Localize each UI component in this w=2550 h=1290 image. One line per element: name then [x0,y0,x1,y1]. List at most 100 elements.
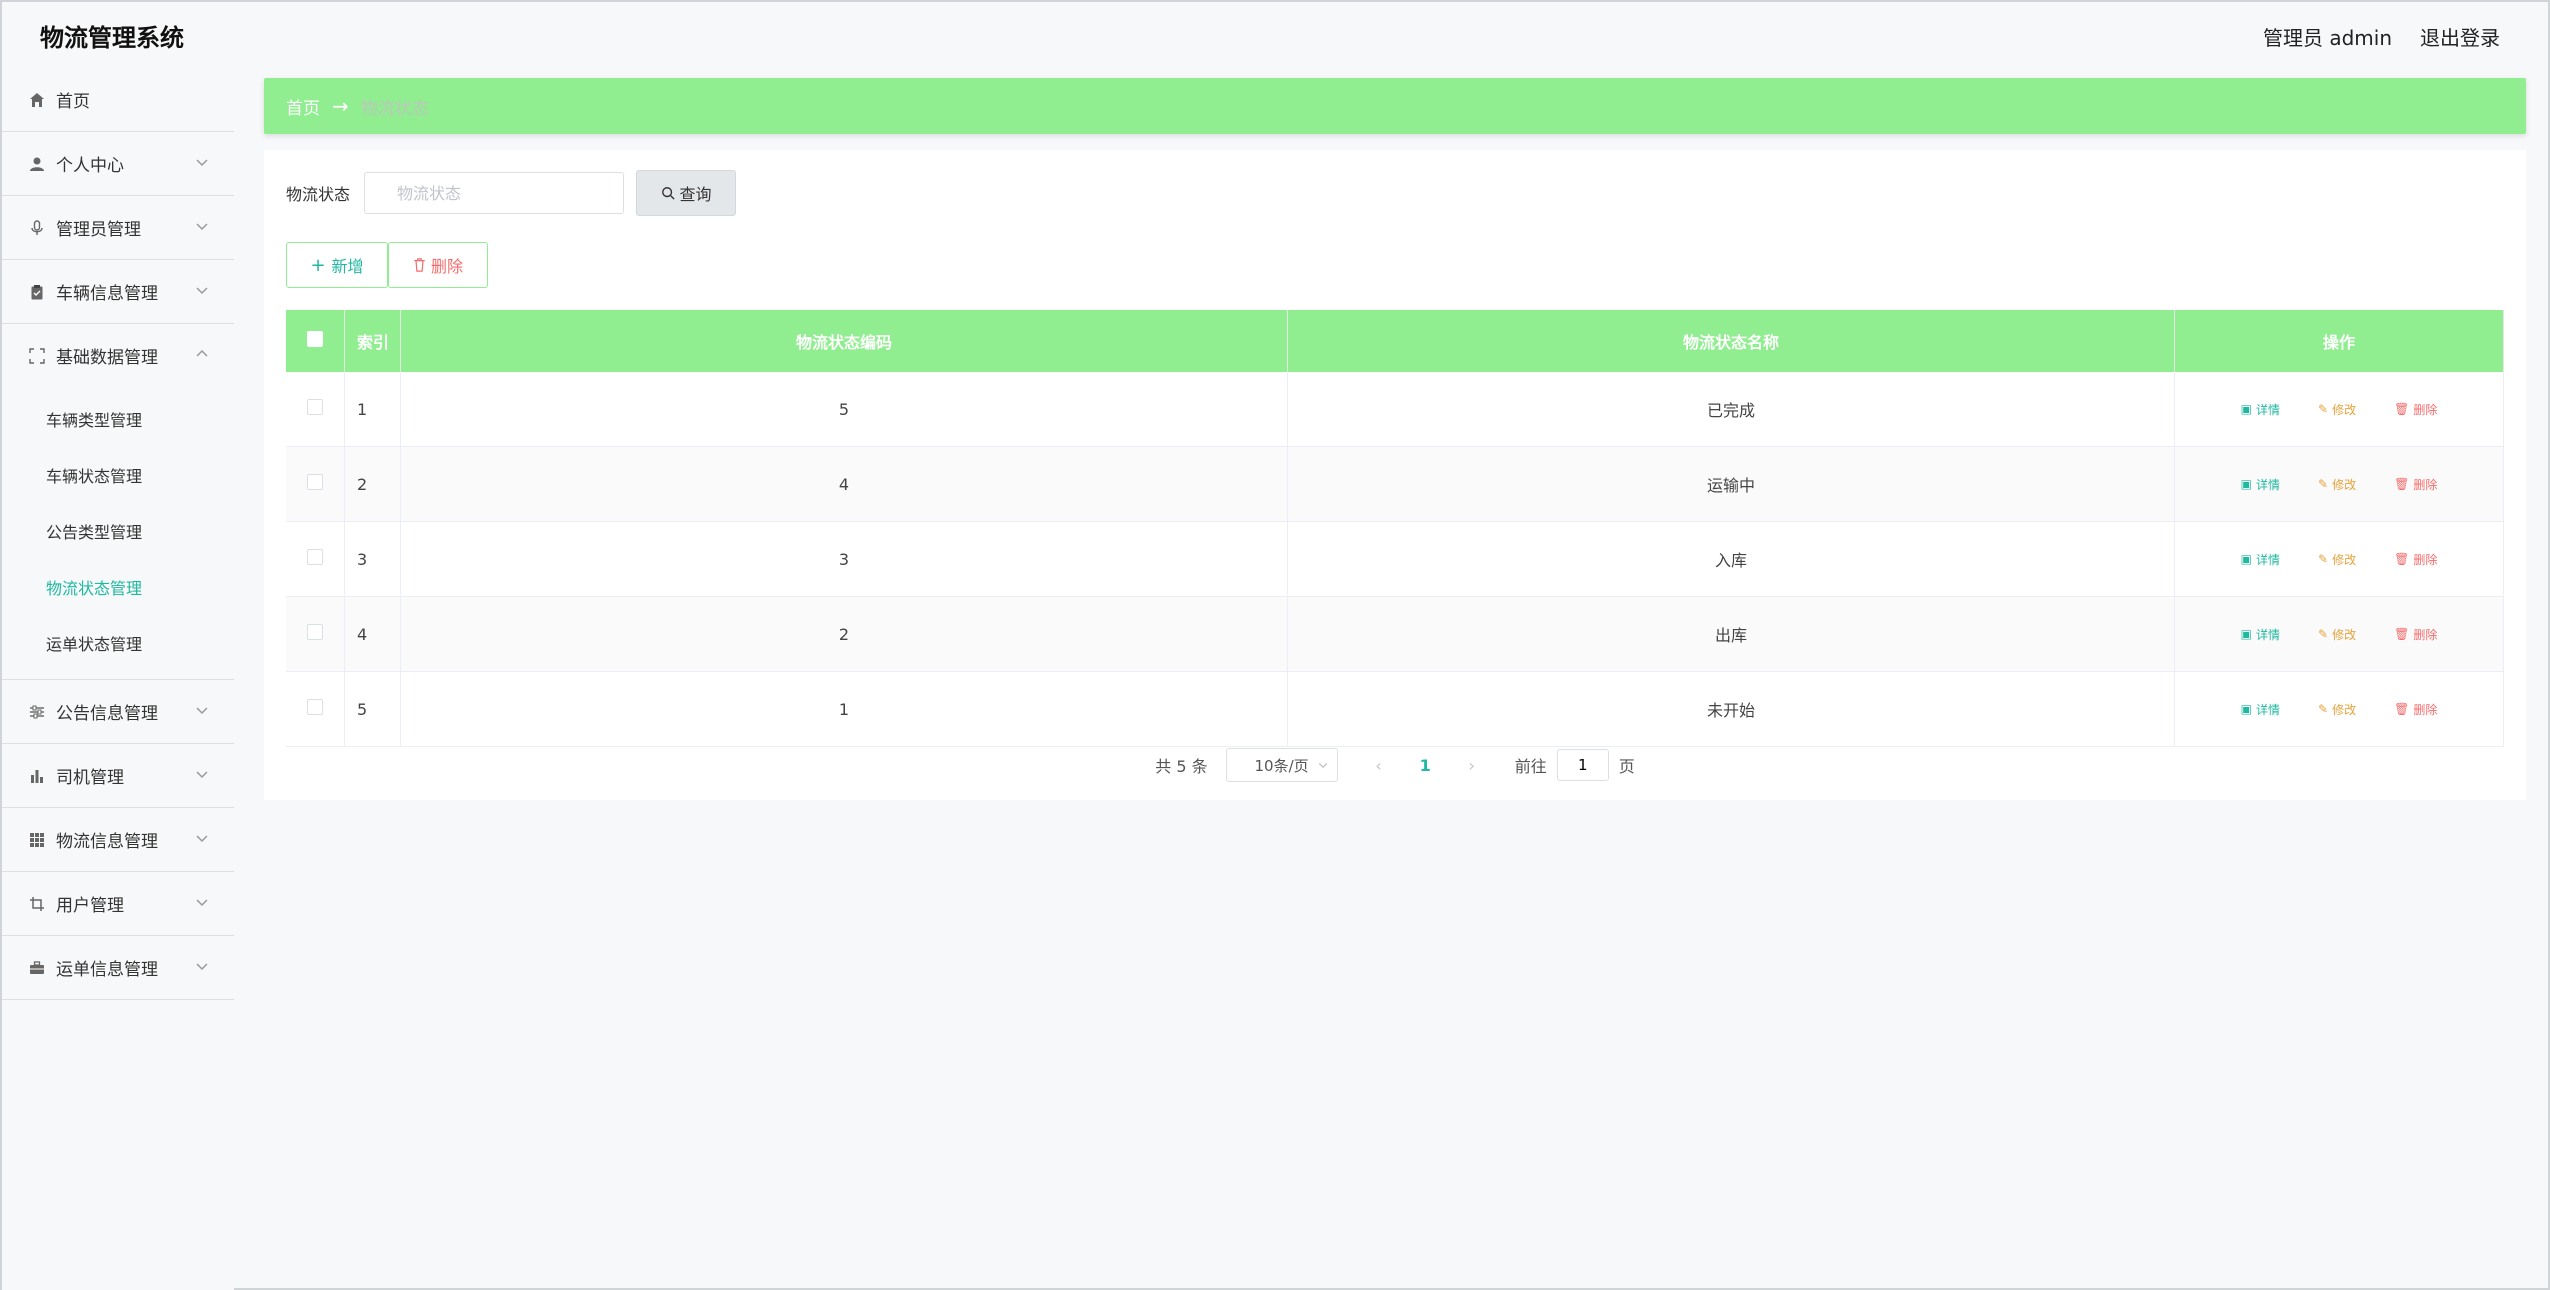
column-header-name[interactable]: 物流状态名称 [1287,310,2175,372]
mic-icon [28,219,46,237]
add-button-label: 新增 [331,257,364,276]
next-page-button[interactable]: › [1457,756,1487,775]
table-header-row: 索引 物流状态编码 物流状态名称 操作 [286,310,2504,372]
delete-button-label: 删除 [430,257,463,276]
delete-button[interactable]: 🗑 删除 [2394,551,2437,568]
row-checkbox-cell[interactable] [286,596,345,672]
header-user-area: 管理员 admin 退出登录 [2263,22,2500,51]
content-panel: 物流状态 查询 + 新增 删除 索引 物流状态编码 [264,150,2526,800]
row-checkbox[interactable] [307,624,323,640]
delete-label: 删除 [2413,402,2438,417]
row-checkbox-cell[interactable] [286,521,345,597]
edit-button[interactable]: ✎ 修改 [2318,626,2356,643]
select-all-header[interactable] [286,310,345,372]
clipboard-icon [28,283,46,301]
table-row: 1 5 已完成 ▣ 详情 ✎ 修改 🗑 删除 [286,372,2504,447]
detail-label: 详情 [2256,402,2281,417]
detail-label: 详情 [2256,627,2281,642]
name-cell: 已完成 [1287,372,2175,447]
submenu-vehicle-type[interactable]: 车辆类型管理 [2,393,234,449]
document-icon: ▣ [2240,402,2252,416]
trash-icon: 🗑 [2394,627,2410,641]
user-icon [28,155,46,173]
sidebar-item-logistics-info[interactable]: 物流信息管理 [2,808,234,872]
detail-button[interactable]: ▣ 详情 [2241,401,2280,418]
sidebar-item-user-management[interactable]: 用户管理 [2,872,234,936]
code-cell: 3 [400,521,1288,597]
query-button[interactable]: 查询 [636,170,737,216]
logistics-status-search-input[interactable] [364,172,625,214]
goto-prefix: 前往 [1514,757,1547,776]
row-checkbox-cell[interactable] [286,671,345,747]
row-checkbox[interactable] [307,474,323,490]
detail-button[interactable]: ▣ 详情 [2241,551,2280,568]
submenu-vehicle-status[interactable]: 车辆状态管理 [2,449,234,505]
pagination-total: 共 5 条 [1155,757,1208,776]
submenu-waybill-status[interactable]: 运单状态管理 [2,617,234,673]
detail-button[interactable]: ▣ 详情 [2241,701,2280,718]
table-row: 5 1 未开始 ▣ 详情 ✎ 修改 🗑 删除 [286,671,2504,747]
briefcase-icon [28,959,46,977]
row-checkbox[interactable] [307,549,323,565]
sidebar-item-home[interactable]: 首页 [2,68,234,132]
delete-button[interactable]: 🗑 删除 [2394,626,2437,643]
prev-page-button[interactable]: ‹ [1364,756,1394,775]
sidebar-item-notice-info[interactable]: 公告信息管理 [2,680,234,744]
sidebar-item-vehicle-info[interactable]: 车辆信息管理 [2,260,234,324]
delete-button[interactable]: 🗑 删除 [2394,701,2437,718]
sidebar-item-personal-center[interactable]: 个人中心 [2,132,234,196]
sidebar-item-label: 基础数据管理 [56,348,158,368]
home-icon [28,91,46,109]
operations-cell: ▣ 详情 ✎ 修改 🗑 删除 [2174,446,2504,522]
action-row: + 新增 删除 [286,242,488,288]
submenu-logistics-status[interactable]: 物流状态管理 [2,561,234,617]
sidebar-item-driver-management[interactable]: 司机管理 [2,744,234,808]
delete-button[interactable]: 🗑 删除 [2394,476,2437,493]
breadcrumb-home[interactable]: 首页 [286,94,320,119]
add-button[interactable]: + 新增 [286,242,388,288]
sidebar-item-label: 公告信息管理 [56,704,158,724]
index-cell: 2 [344,446,401,522]
chevron-down-icon [196,223,208,231]
select-all-checkbox[interactable] [307,331,323,347]
crop-icon [28,895,46,913]
detail-button[interactable]: ▣ 详情 [2241,476,2280,493]
index-cell: 4 [344,596,401,672]
sidebar-item-admin-management[interactable]: 管理员管理 [2,196,234,260]
delete-label: 删除 [2413,627,2438,642]
page-number-current[interactable]: 1 [1420,756,1431,775]
trash-icon: 🗑 [2394,702,2410,716]
page-size-select[interactable]: 10条/页 [1225,748,1338,782]
table-row: 4 2 出库 ▣ 详情 ✎ 修改 🗑 删除 [286,596,2504,672]
admin-user-label[interactable]: 管理员 admin [2263,22,2392,51]
goto-page-input[interactable] [1556,749,1609,781]
row-checkbox-cell[interactable] [286,372,345,447]
name-cell: 运输中 [1287,446,2175,522]
detail-button[interactable]: ▣ 详情 [2241,626,2280,643]
edit-button[interactable]: ✎ 修改 [2318,476,2356,493]
submenu-notice-type[interactable]: 公告类型管理 [2,505,234,561]
edit-label: 修改 [2332,477,2357,492]
row-checkbox-cell[interactable] [286,446,345,522]
delete-button[interactable]: 🗑 删除 [2394,401,2437,418]
column-header-code[interactable]: 物流状态编码 [400,310,1288,372]
edit-button[interactable]: ✎ 修改 [2318,551,2356,568]
logout-link[interactable]: 退出登录 [2420,22,2500,51]
name-cell: 未开始 [1287,671,2175,747]
sidebar-item-basic-data[interactable]: 基础数据管理 [2,324,234,387]
row-checkbox[interactable] [307,699,323,715]
logistics-status-table: 索引 物流状态编码 物流状态名称 操作 1 5 已完成 ▣ 详情 ✎ 修改 🗑 删除 [286,310,2504,747]
table-row: 3 3 入库 ▣ 详情 ✎ 修改 🗑 删除 [286,521,2504,597]
sidebar: 首页 个人中心 管理员管理 车辆信息管理 基础数据管理 车辆类型管理 车辆状态管… [2,68,234,1290]
code-cell: 5 [400,372,1288,447]
edit-icon: ✎ [2318,552,2329,566]
sidebar-item-label: 运单信息管理 [56,960,158,980]
detail-label: 详情 [2256,702,2281,717]
edit-icon: ✎ [2318,477,2329,491]
edit-button[interactable]: ✎ 修改 [2318,701,2356,718]
sidebar-item-waybill-info[interactable]: 运单信息管理 [2,936,234,1000]
row-checkbox[interactable] [307,399,323,415]
detail-label: 详情 [2256,477,2281,492]
edit-button[interactable]: ✎ 修改 [2318,401,2356,418]
batch-delete-button[interactable]: 删除 [388,242,488,288]
